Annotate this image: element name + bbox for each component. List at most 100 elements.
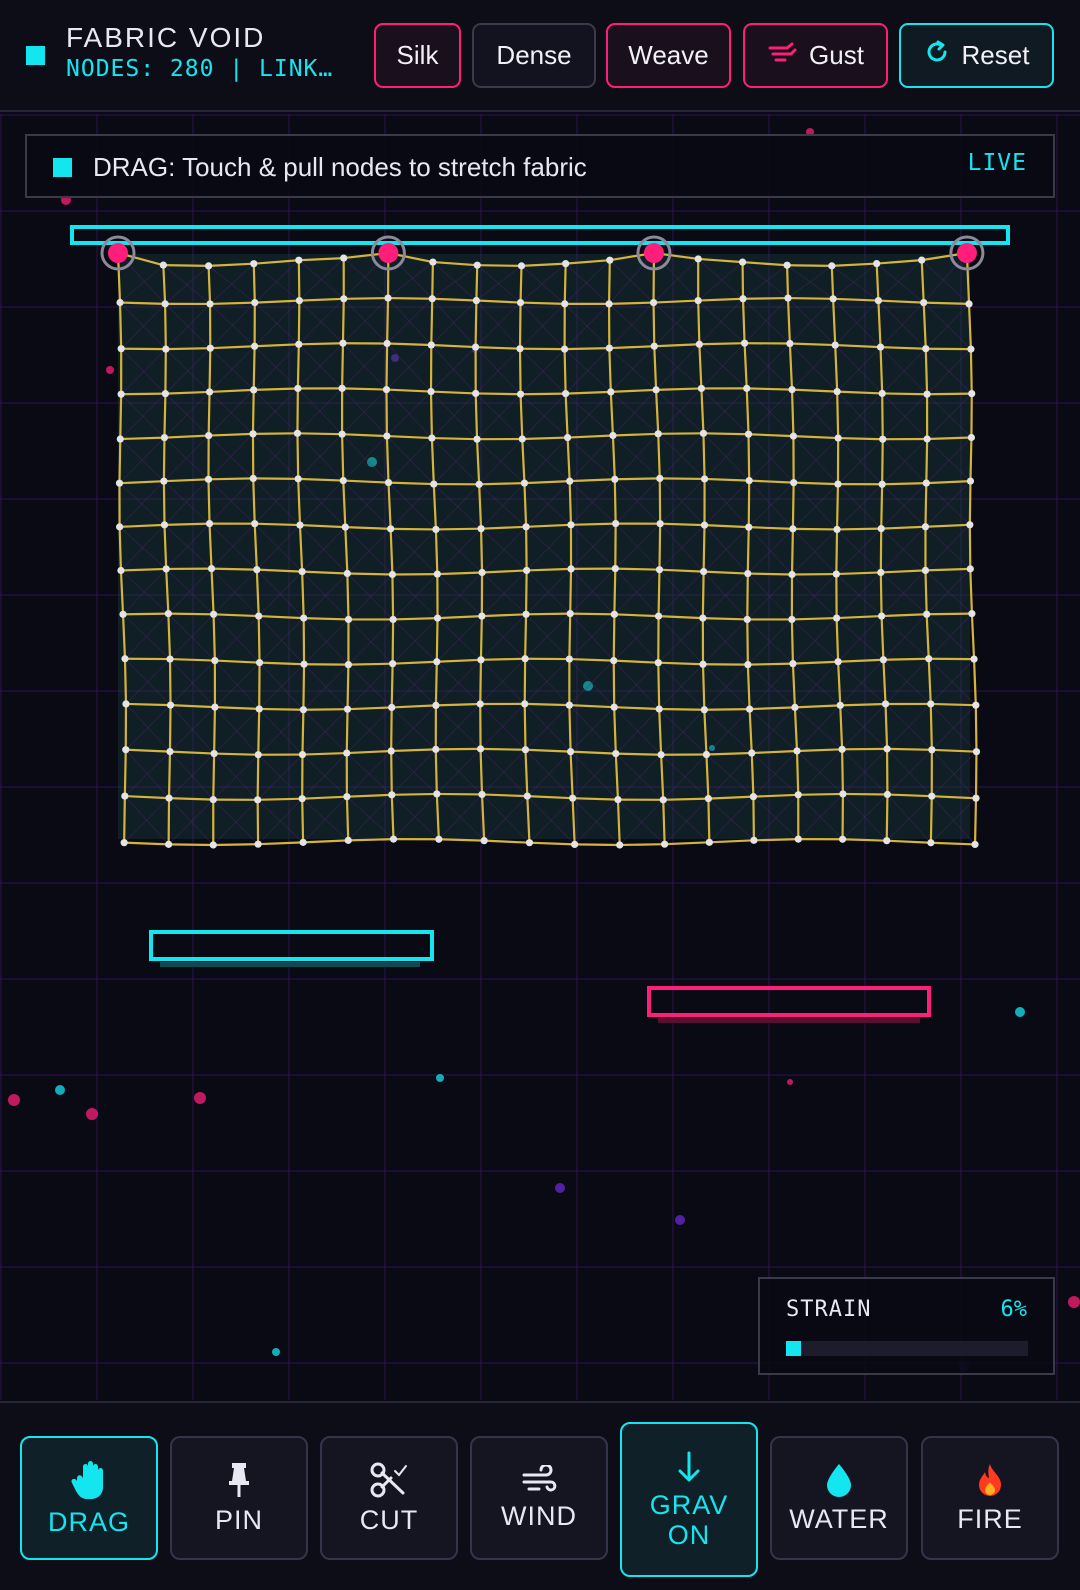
spark-particle <box>86 1108 98 1120</box>
fabric-node <box>607 388 615 396</box>
fabric-link <box>301 709 305 755</box>
fabric-node <box>205 262 213 270</box>
fabric-link <box>974 705 978 752</box>
gust-button[interactable]: Gust <box>743 23 888 88</box>
fabric-node <box>567 521 575 529</box>
fabric-node <box>116 435 124 443</box>
hand-icon <box>69 1459 109 1501</box>
fabric-link <box>386 298 390 344</box>
reset-button[interactable]: Reset <box>899 23 1054 88</box>
cyan-platform-shadow <box>160 962 420 967</box>
tool-drag-button[interactable]: DRAG <box>20 1436 158 1560</box>
scissors-icon <box>369 1461 409 1499</box>
tool-fire-button[interactable]: FIRE <box>921 1436 1059 1560</box>
fabric-node <box>116 523 124 531</box>
preset-dense-button[interactable]: Dense <box>472 23 596 88</box>
fabric-link <box>927 436 972 441</box>
fabric-link <box>615 567 660 571</box>
fabric-node <box>702 750 711 759</box>
fabric-link <box>927 392 972 396</box>
fabric-link <box>613 568 617 615</box>
fabric-node <box>566 477 574 485</box>
fabric-node <box>476 700 484 708</box>
cyan-platform[interactable] <box>149 930 434 961</box>
fabric-node <box>205 431 213 440</box>
preset-silk-label: Silk <box>396 40 439 70</box>
fabric-node <box>209 796 217 804</box>
fabric-node <box>654 612 663 620</box>
preset-weave-label: Weave <box>628 40 709 70</box>
fabric-link <box>835 529 839 575</box>
tool-water-button[interactable]: WATER <box>770 1436 908 1560</box>
fabric-link <box>881 393 884 440</box>
fabric-node <box>254 796 262 804</box>
fabric-link <box>297 260 301 301</box>
fabric-link <box>385 343 389 390</box>
fabric-node <box>654 659 662 667</box>
fabric-node <box>744 569 752 578</box>
fabric-node <box>205 520 214 528</box>
fabric-node <box>344 836 352 844</box>
fabric-node <box>655 705 663 713</box>
fabric-link <box>120 567 167 572</box>
fabric-node <box>788 570 796 579</box>
fabric-link <box>435 747 481 751</box>
fabric-node <box>789 432 798 440</box>
fabric-link <box>658 523 662 570</box>
fabric-link <box>434 529 439 575</box>
tool-pin-button[interactable]: PIN <box>170 1436 308 1560</box>
fabric-link <box>297 300 301 345</box>
fabric-link <box>923 301 970 306</box>
fabric-node <box>562 390 570 398</box>
fabric-node <box>389 615 397 624</box>
fabric-link <box>746 527 750 574</box>
pink-platform[interactable] <box>647 986 931 1017</box>
fabric-node <box>206 300 214 308</box>
fabric-node <box>521 655 529 663</box>
fabric-link <box>795 750 800 795</box>
fabric-link <box>659 477 705 481</box>
fabric-node <box>659 796 667 804</box>
preset-silk-button[interactable]: Silk <box>374 23 461 88</box>
fabric-node <box>564 433 572 442</box>
fabric-node <box>433 614 442 622</box>
top-bar: FABRIC VOID NODES: 280 | LINK… Silk Dens… <box>0 0 1080 112</box>
tool-wind-label: WIND <box>501 1500 577 1531</box>
fabric-node <box>922 345 930 353</box>
simulation-canvas[interactable]: DRAG: Touch & pull nodes to stretch fabr… <box>0 114 1080 1400</box>
fabric-node <box>657 751 665 759</box>
fabric-node <box>298 567 306 576</box>
fabric-node <box>743 384 751 392</box>
fabric-node <box>161 300 169 308</box>
fabric-link <box>164 522 210 526</box>
fabric-node <box>388 791 396 799</box>
fabric-link <box>434 661 438 706</box>
fabric-node <box>117 390 125 398</box>
fabric-node <box>295 256 303 264</box>
fabric-node <box>433 570 441 578</box>
fabric-link <box>656 387 702 391</box>
fabric-node <box>565 655 573 663</box>
fabric-link <box>924 570 928 615</box>
tool-drag-label: DRAG <box>47 1506 130 1537</box>
fabric-node <box>565 701 573 709</box>
fabric-node <box>611 475 619 483</box>
fabric-link <box>214 752 259 756</box>
tool-water-label: WATER <box>789 1503 889 1534</box>
fabric-node <box>296 521 304 529</box>
spark-particle <box>675 1215 685 1225</box>
tool-gravity-toggle[interactable]: GRAV ON <box>620 1422 758 1577</box>
fabric-link <box>704 708 750 711</box>
tool-cut-button[interactable]: CUT <box>320 1436 458 1560</box>
fabric-node <box>340 295 348 303</box>
fabric-link <box>972 659 977 706</box>
fabric-link <box>747 434 751 481</box>
fabric-link <box>296 433 300 479</box>
logo-square-icon <box>26 46 45 65</box>
fabric-link <box>518 348 522 395</box>
tool-wind-button[interactable]: WIND <box>470 1436 608 1560</box>
fabric-node <box>478 790 486 799</box>
preset-weave-button[interactable]: Weave <box>606 23 731 88</box>
fabric-link <box>301 571 305 619</box>
fabric-link <box>168 843 214 847</box>
